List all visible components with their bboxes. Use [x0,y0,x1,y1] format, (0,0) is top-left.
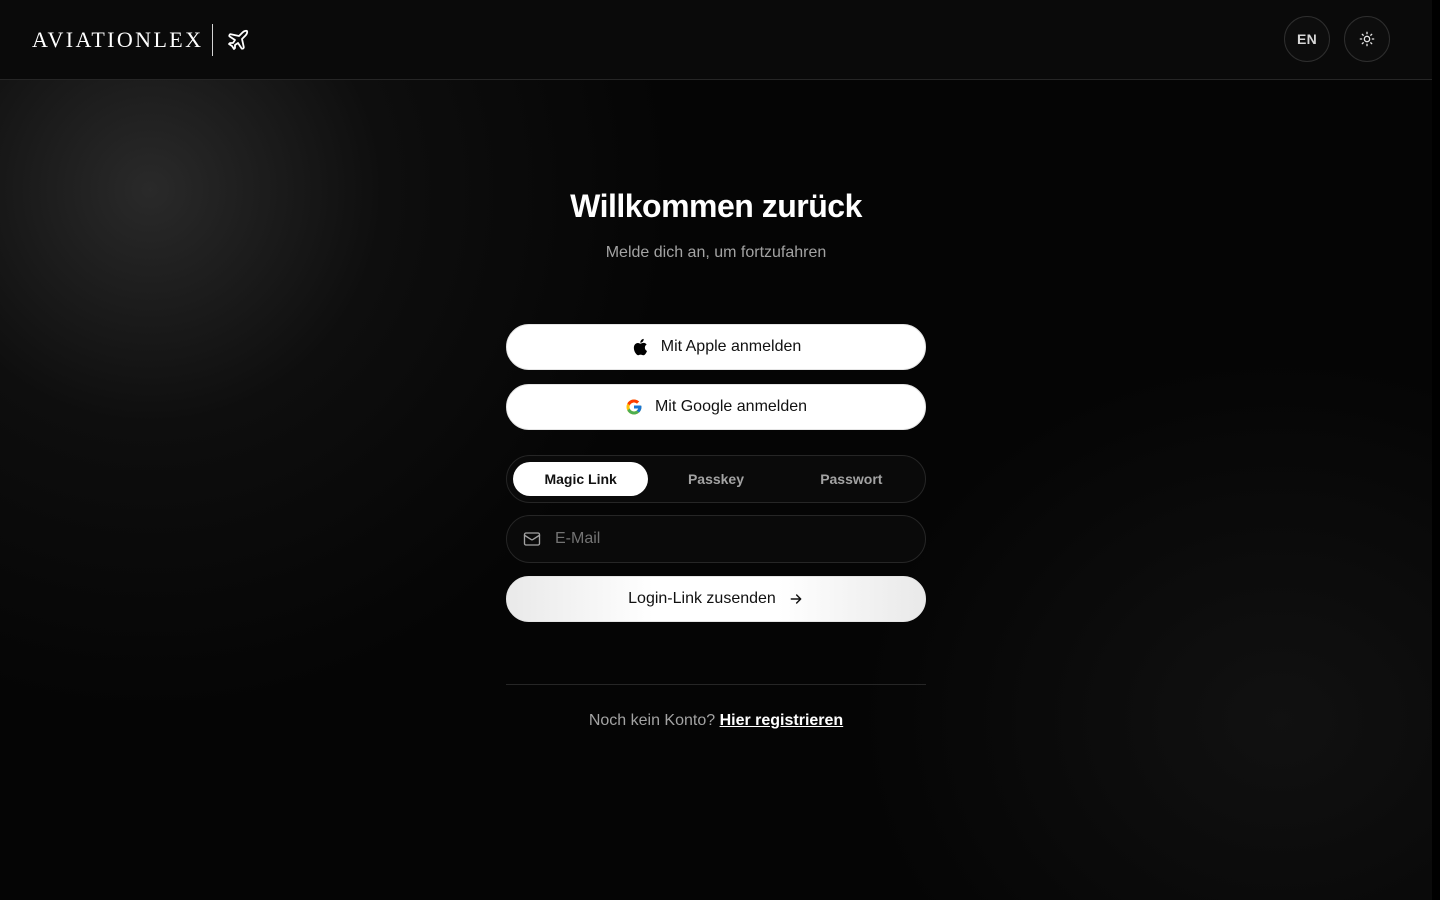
register-prompt-text: Noch kein Konto? [588,712,716,729]
page-subtitle: Melde dich an, um fortzufahren [605,244,827,261]
logo-divider [212,24,214,56]
login-method-tabs: Magic Link Passkey Passwort [506,455,926,503]
sun-icon [1359,31,1375,47]
email-field-wrapper [506,515,926,563]
apple-signin-label: Mit Apple anmelden [660,338,802,355]
login-page: AVIATIONLEX EN Willkommen zurück Melde d… [0,0,1440,900]
theme-toggle-button[interactable] [1344,16,1390,62]
arrow-right-icon [788,591,804,607]
airplane-icon [225,27,251,53]
google-icon [625,398,643,416]
language-toggle-button[interactable]: EN [1284,16,1330,62]
apple-signin-button[interactable]: Mit Apple anmelden [506,324,926,370]
brand-name: AVIATIONLEX [32,27,204,52]
register-prompt: Noch kein Konto? Hier registrieren [506,712,926,730]
scrollbar-track [1432,0,1440,900]
register-link[interactable]: Hier registrieren [720,712,844,729]
google-signin-button[interactable]: Mit Google anmelden [506,384,926,430]
mail-icon [523,530,541,548]
google-signin-label: Mit Google anmelden [654,398,808,415]
top-header: AVIATIONLEX EN [0,0,1432,80]
email-input[interactable] [553,515,909,563]
brand-logo[interactable]: AVIATIONLEX [32,23,251,57]
page-title: Willkommen zurück [570,188,862,224]
tab-magic-link[interactable]: Magic Link [513,462,649,496]
tab-password[interactable]: Passwort [784,462,919,496]
section-divider [506,684,926,685]
send-login-link-label: Login-Link zusenden [628,590,776,607]
apple-icon [631,338,649,356]
send-login-link-button[interactable]: Login-Link zusenden [506,576,926,622]
tab-passkey[interactable]: Passkey [648,462,783,496]
